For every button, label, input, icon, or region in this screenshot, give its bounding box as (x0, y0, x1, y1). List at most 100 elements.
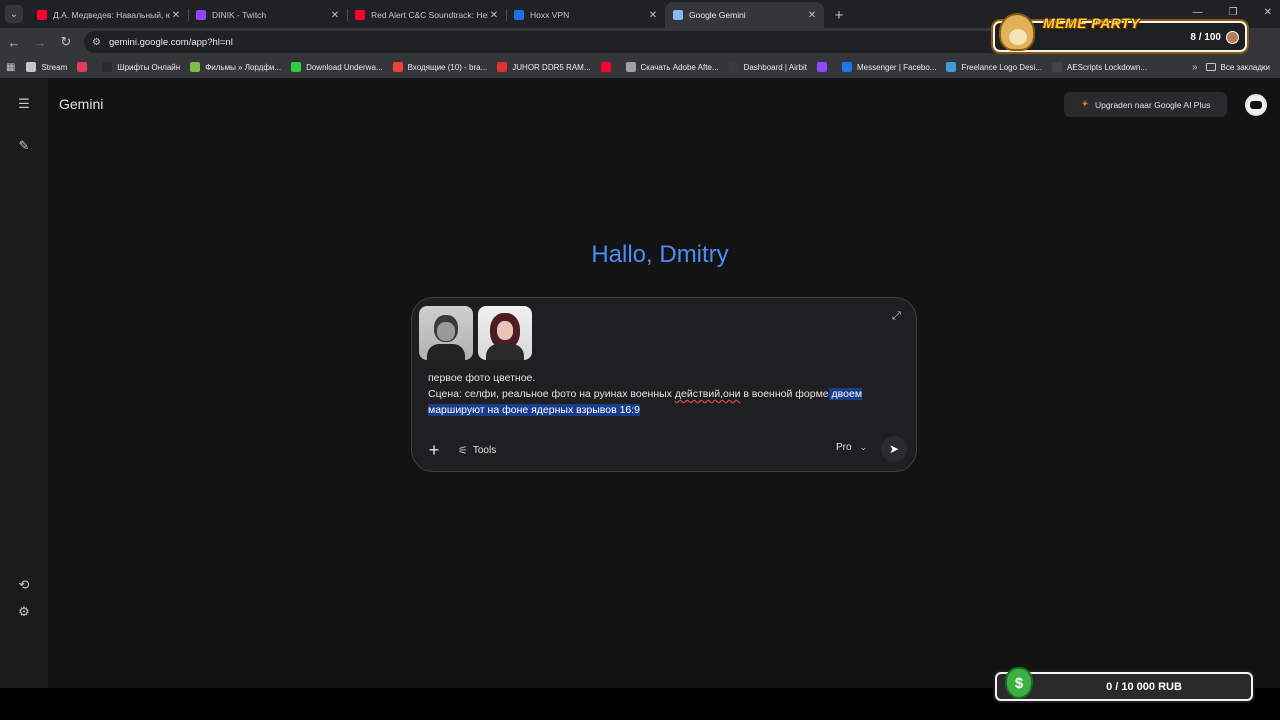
send-button[interactable]: ➤ (881, 436, 907, 462)
close-tab-icon[interactable]: ✕ (488, 10, 500, 21)
aescripts-icon (1051, 62, 1062, 72)
tab-4[interactable]: Google Gemini ✕ (665, 2, 824, 28)
new-chat-button[interactable]: ✎ (12, 134, 36, 158)
live-icon (77, 62, 88, 72)
tab-title: Д.А. Медведев: Навальный, ю (53, 10, 170, 20)
bookmark-6[interactable]: JUHOR DDR5 RAM... (492, 58, 595, 76)
attached-image-2[interactable] (478, 306, 532, 360)
coin-icon (1226, 31, 1239, 44)
reload-button[interactable]: ↻ (54, 30, 78, 54)
greeting-heading: Hallo, Dmitry (591, 241, 729, 268)
new-tab-button[interactable]: + (828, 4, 850, 26)
upgrade-button[interactable]: ✦ Upgraden naar Google AI Plus (1064, 92, 1227, 117)
vpn-icon (514, 10, 524, 20)
attached-image-1[interactable] (419, 306, 473, 360)
bookmark-3[interactable]: Фильмы » Лордфи... (185, 58, 286, 76)
freelance-icon (946, 62, 957, 72)
bookmark-0[interactable]: Stream (21, 58, 72, 76)
folder-icon (1205, 63, 1216, 71)
bookmark-label: Шрифты Онлайн (117, 62, 181, 72)
bookmark-10[interactable] (812, 58, 837, 76)
close-tab-icon[interactable]: ✕ (329, 10, 341, 21)
bookmark-11[interactable]: Messenger | Facebo... (837, 58, 941, 76)
portrait-man (434, 315, 458, 342)
bookmark-label: Фильмы » Лордфи... (205, 62, 282, 72)
bookmark-4[interactable]: Download Underwa... (286, 58, 387, 76)
close-tab-icon[interactable]: ✕ (170, 10, 182, 21)
tab-2[interactable]: Red Alert C&C Soundtrack: Hell ✕ (347, 2, 506, 28)
bookmark-2[interactable]: Шрифты Онлайн (97, 58, 185, 76)
twitch-icon (196, 10, 206, 20)
donation-goal-widget: $ 0 / 10 000 RUB (995, 667, 1253, 701)
model-label: Pro (836, 442, 852, 453)
bookmarks-overflow-button[interactable]: » (1184, 62, 1206, 73)
close-window-button[interactable]: ✕ (1264, 7, 1272, 18)
prompt-line-1: первое фото цветное. (428, 372, 536, 384)
bookmark-1[interactable] (72, 58, 97, 76)
airbit-icon (728, 62, 739, 72)
gmail-icon (392, 62, 403, 72)
window-controls: — ❐ ✕ (1193, 7, 1272, 18)
globe-icon (625, 62, 636, 72)
bookmark-5[interactable]: Входящие (10) - bra... (388, 58, 493, 76)
all-bookmarks-button[interactable]: Все закладки (1205, 62, 1280, 72)
bookmark-label: Download Underwa... (306, 62, 383, 72)
main-menu-button[interactable]: ☰ (12, 92, 36, 116)
gemini-icon (673, 10, 683, 20)
send-icon: ➤ (888, 442, 900, 456)
expand-icon[interactable]: ⤢ (892, 310, 901, 323)
tab-search-button[interactable]: ⌄ (5, 5, 23, 23)
money-bag-icon: $ (1005, 667, 1033, 699)
side-rail: ☰ ✎ ⟲ ⚙ (0, 78, 48, 688)
address-bar[interactable]: ⚙ gemini.google.com/app?hl=nl (84, 31, 1034, 53)
history-icon: ⟲ (18, 577, 30, 592)
prompt-text-segment: в военной форме (740, 388, 829, 400)
prompt-text-segment: Сцена: селфи, реальное фото на руинах во… (428, 388, 675, 400)
prompt-input[interactable]: первое фото цветное. Сцена: селфи, реаль… (428, 370, 898, 418)
settings-button[interactable]: ⚙ (12, 600, 36, 624)
tab-3[interactable]: Hoxx VPN ✕ (506, 2, 665, 28)
close-tab-icon[interactable]: ✕ (806, 10, 818, 21)
bookmark-7[interactable] (596, 58, 621, 76)
tune-icon: ⚟ (458, 444, 468, 457)
bookmark-9[interactable]: Dashboard | Airbit (724, 58, 812, 76)
meme-party-count: 8 / 100 (1190, 32, 1221, 43)
gemini-logo-text[interactable]: Gemini (59, 96, 103, 112)
restore-button[interactable]: ❐ (1229, 7, 1238, 18)
account-avatar[interactable] (1245, 94, 1267, 116)
meme-party-title: MEME PARTY (1043, 15, 1141, 31)
bookmark-12[interactable]: Freelance Logo Desi... (941, 58, 1047, 76)
reload-icon: ↻ (60, 34, 72, 49)
bookmarks-bar: ▦ Stream Шрифты Онлайн Фильмы » Лордфи... D… (0, 56, 1280, 78)
apps-grid-icon[interactable]: ▦ (6, 62, 15, 73)
back-button[interactable]: ← (2, 30, 26, 54)
add-attachment-button[interactable]: + (424, 440, 444, 460)
tab-1[interactable]: DINIK - Twitch ✕ (188, 2, 347, 28)
arrow-right-icon: → (33, 34, 47, 50)
twitch-icon (817, 62, 828, 72)
selected-text: двоем (828, 388, 863, 400)
close-tab-icon[interactable]: ✕ (647, 10, 659, 21)
tab-title: DINIK - Twitch (212, 10, 267, 20)
bookmark-8[interactable]: Скачать Adobe Afte... (621, 58, 724, 76)
films-icon (190, 62, 201, 72)
bookmark-13[interactable]: AEScripts Lockdown... (1047, 58, 1152, 76)
minimize-button[interactable]: — (1193, 7, 1203, 18)
activity-button[interactable]: ⟲ (12, 573, 36, 597)
model-selector[interactable]: Pro ⌄ (836, 442, 867, 453)
plus-icon: + (428, 439, 440, 460)
chevron-down-icon: ⌄ (859, 442, 868, 452)
youtube-icon (355, 10, 365, 20)
youtube-icon (600, 62, 611, 72)
forward-button[interactable]: → (28, 30, 52, 54)
bookmark-label: AEScripts Lockdown... (1066, 62, 1148, 72)
prompt-line-3: маршируют на фоне ядерных взрывов 16:9 (428, 402, 898, 418)
tools-label: Tools (472, 444, 497, 456)
site-info-icon[interactable]: ⚙ (92, 37, 101, 48)
sparkle-icon: ✦ (1080, 99, 1090, 110)
url-text: gemini.google.com/app?hl=nl (108, 36, 233, 48)
tab-title: Red Alert C&C Soundtrack: Hell (371, 10, 488, 20)
tab-0[interactable]: Д.А. Медведев: Навальный, ю ✕ (29, 2, 188, 28)
all-bookmarks-label: Все закладки (1220, 62, 1270, 72)
tools-button[interactable]: ⚟ Tools (458, 442, 496, 458)
